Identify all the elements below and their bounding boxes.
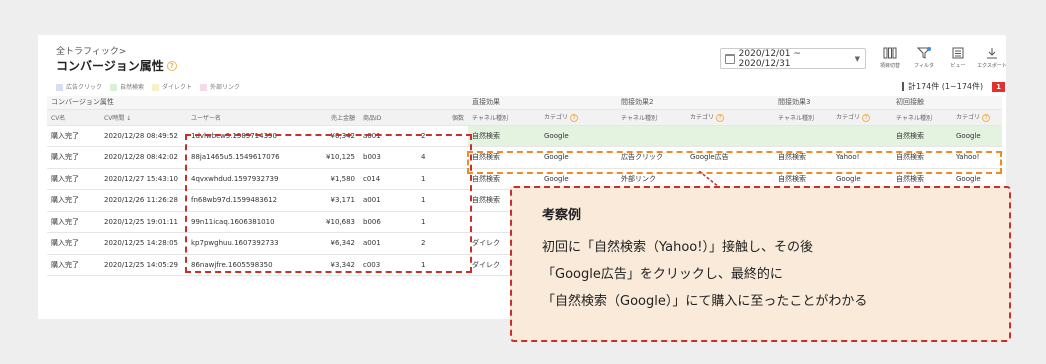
toolbar: 項目切替 フィルタ ビュー エクスポート xyxy=(876,47,1007,69)
calendar-icon xyxy=(725,53,735,64)
channel-legend: 広告クリック 自然検索 ダイレクト 外部リンク xyxy=(56,82,240,91)
group-header: 初回接触 xyxy=(892,96,1002,110)
table-cell: 2020/12/27 15:43:10 xyxy=(100,168,187,190)
table-cell: 2020/12/28 08:49:52 xyxy=(100,125,187,147)
table-cell: 2020/12/26 11:26:28 xyxy=(100,189,187,212)
insight-callout: 考察例 初回に「自然検索（Yahoo!）」接触し、その後 「Google広告」を… xyxy=(510,186,1011,342)
table-cell: 購入完了 xyxy=(47,211,100,233)
help-icon[interactable]: ? xyxy=(716,114,725,122)
group-header: 間接効果2 xyxy=(617,96,774,110)
table-cell xyxy=(774,125,832,147)
table-cell: 2020/12/25 14:05:29 xyxy=(100,254,187,276)
column-header[interactable]: カテゴリ? xyxy=(686,109,774,126)
column-header[interactable]: カテゴリ? xyxy=(540,109,617,126)
group-header: 直接効果 xyxy=(468,96,617,110)
group-header-row: コンバージョン属性 直接効果 間接効果2 間接効果3 初回接触 xyxy=(47,96,1002,110)
table-cell: Google xyxy=(540,125,617,147)
table-cell: Google xyxy=(952,125,1002,147)
chevron-down-icon: ▼ xyxy=(854,54,860,63)
legend-item-organic: 自然検索 xyxy=(110,82,144,91)
result-count-text: 計174件 (1~174件) xyxy=(908,82,984,91)
column-header[interactable]: ユーザー名 xyxy=(187,109,304,126)
filter-icon xyxy=(917,47,931,59)
help-icon[interactable]: ? xyxy=(982,114,991,122)
column-header[interactable]: カテゴリ? xyxy=(832,109,892,126)
view-button[interactable]: ビュー xyxy=(944,47,972,69)
group-header: 間接効果3 xyxy=(774,96,892,110)
column-header[interactable]: チャネル種別 xyxy=(774,109,832,126)
page-title: コンバージョン属性 ? xyxy=(56,57,177,74)
count-bar-icon xyxy=(902,82,904,91)
table-cell xyxy=(617,125,686,147)
breadcrumb[interactable]: 全トラフィック> xyxy=(56,44,126,57)
column-header[interactable]: 商品ID xyxy=(359,109,417,126)
group-header: コンバージョン属性 xyxy=(47,96,468,110)
column-header[interactable]: チャネル種別 xyxy=(468,109,540,126)
user-highlight-frame xyxy=(185,134,472,273)
view-label: ビュー xyxy=(950,63,966,69)
table-cell: 購入完了 xyxy=(47,146,100,169)
columns-label: 項目切替 xyxy=(879,63,900,69)
table-cell: 購入完了 xyxy=(47,189,100,212)
table-cell xyxy=(686,125,774,147)
table-cell: 購入完了 xyxy=(47,125,100,147)
export-icon xyxy=(985,47,999,59)
help-icon[interactable]: ? xyxy=(570,114,579,122)
table-cell: 購入完了 xyxy=(47,232,100,255)
columns-button[interactable]: 項目切替 xyxy=(876,47,904,69)
table-cell: 自然検索 xyxy=(892,125,952,147)
help-icon[interactable]: ? xyxy=(862,114,871,122)
path-highlight-frame xyxy=(467,151,1002,174)
view-icon xyxy=(951,47,965,59)
legend-item-direct: ダイレクト xyxy=(152,82,192,91)
legend-item-referral: 外部リンク xyxy=(200,82,240,91)
callout-line: 「自然検索（Google）」にて購入に至ったことがわかる xyxy=(542,294,868,309)
table-cell: 2020/12/25 19:01:11 xyxy=(100,211,187,233)
column-header[interactable]: 売上金額 xyxy=(304,109,359,126)
columns-icon xyxy=(883,47,897,59)
table-cell: 自然検索 xyxy=(468,125,540,147)
column-header-row: CV名 CV時間 ↓ ユーザー名 売上金額 商品ID 個数 チャネル種別 カテゴリ? チャネル種… xyxy=(47,109,1002,126)
legend-item-ad-click: 広告クリック xyxy=(56,82,102,91)
column-header[interactable]: CV時間 ↓ xyxy=(100,109,187,126)
page-title-text: コンバージョン属性 xyxy=(56,59,164,73)
export-label: エクスポート xyxy=(977,63,1007,69)
column-header[interactable]: チャネル種別 xyxy=(892,109,952,126)
date-range-picker[interactable]: 2020/12/01 ~ 2020/12/31 ▼ xyxy=(720,48,866,69)
date-range-text: 2020/12/01 ~ 2020/12/31 xyxy=(738,48,801,69)
help-icon[interactable]: ? xyxy=(166,60,177,71)
column-header[interactable]: 個数 xyxy=(417,109,468,126)
column-header[interactable]: CV名 xyxy=(47,109,100,126)
table-cell: 購入完了 xyxy=(47,254,100,276)
filter-label: フィルタ xyxy=(914,63,934,69)
callout-line: 初回に「自然検索（Yahoo!）」接触し、その後 xyxy=(542,240,813,255)
table-cell: 購入完了 xyxy=(47,168,100,190)
result-count: 計174件 (1~174件) 1 xyxy=(902,81,1005,92)
table-cell: 2020/12/25 14:28:05 xyxy=(100,232,187,255)
export-button[interactable]: エクスポート xyxy=(977,47,1007,69)
column-header[interactable]: チャネル種別 xyxy=(617,109,686,126)
page-badge[interactable]: 1 xyxy=(992,81,1005,92)
callout-title: 考察例 xyxy=(542,208,582,223)
column-header[interactable]: カテゴリ? xyxy=(952,109,1002,126)
table-cell xyxy=(832,125,892,147)
filter-button[interactable]: フィルタ xyxy=(910,47,938,69)
callout-line: 「Google広告」をクリックし、最終的に xyxy=(542,267,783,282)
table-cell: 2020/12/28 08:42:02 xyxy=(100,146,187,169)
